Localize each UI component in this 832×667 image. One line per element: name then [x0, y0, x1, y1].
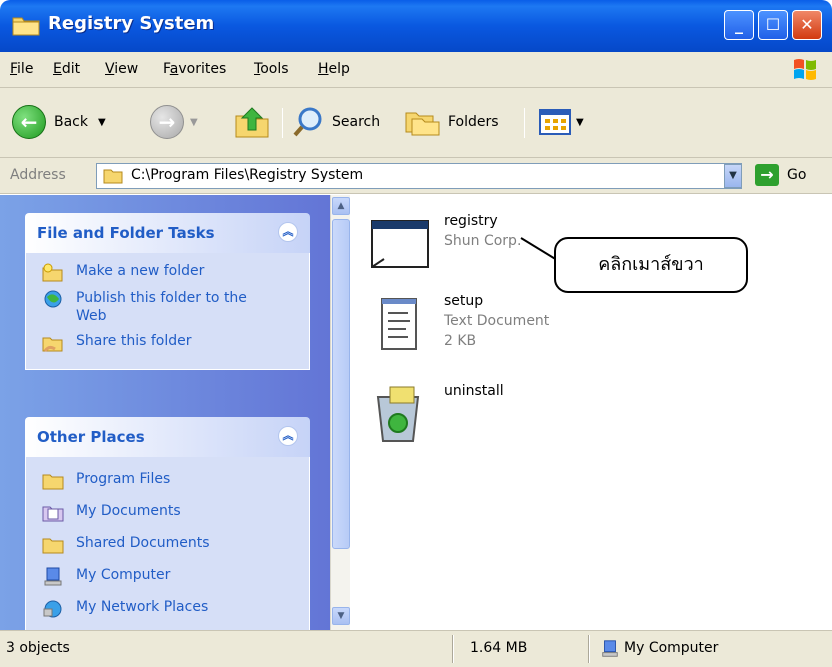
scroll-thumb[interactable]: [332, 219, 350, 549]
title-bar[interactable]: Registry System _ ☐ ✕: [0, 0, 832, 52]
close-button[interactable]: ✕: [792, 10, 822, 40]
scroll-up-button[interactable]: ▲: [332, 197, 350, 215]
file-item-uninstall[interactable]: uninstall: [368, 383, 608, 449]
share-folder-icon: [42, 337, 63, 352]
panel-body: Program Files My Documents Shared Docume…: [25, 457, 310, 630]
place-my-network[interactable]: My Network Places: [42, 599, 309, 630]
chevron-down-icon[interactable]: ▼: [190, 117, 198, 128]
up-button[interactable]: [232, 102, 272, 142]
file-name: uninstall: [444, 383, 504, 399]
toolbar-separator: [282, 108, 283, 138]
search-button[interactable]: Search: [292, 102, 380, 142]
menu-favorites[interactable]: Favorites: [163, 61, 226, 77]
windows-logo-icon: [794, 59, 816, 80]
back-arrow-icon: ←: [12, 105, 46, 139]
menu-file[interactable]: File: [10, 61, 33, 77]
other-places-panel: Other Places ︽ Program Files My Document…: [25, 417, 310, 630]
folder-icon: [42, 538, 64, 554]
menu-bar: File Edit View Favorites Tools Help: [0, 52, 832, 88]
new-folder-icon: [42, 263, 63, 282]
panel-title: File and Folder Tasks: [37, 224, 215, 242]
status-divider: [452, 635, 454, 663]
collapse-chevron-icon[interactable]: ︽: [278, 426, 298, 446]
chevron-down-icon[interactable]: ▼: [98, 117, 106, 128]
panel-title: Other Places: [37, 428, 145, 446]
my-computer-icon: [602, 640, 618, 657]
minimize-button[interactable]: _: [724, 10, 754, 40]
sidebar-scrollbar[interactable]: ▲ ▼: [330, 195, 350, 630]
address-bar: Address C:\Program Files\Registry System…: [0, 158, 832, 194]
maximize-button[interactable]: ☐: [758, 10, 788, 40]
place-my-documents[interactable]: My Documents: [42, 503, 309, 535]
address-label: Address: [10, 167, 66, 183]
menu-edit[interactable]: Edit: [53, 61, 80, 77]
folder-icon: [103, 169, 123, 184]
chevron-down-icon[interactable]: ▼: [576, 117, 584, 128]
toolbar: ← Back ▼ → ▼ Search Folders ▼: [0, 88, 832, 158]
application-window-icon: [371, 220, 429, 268]
up-folder-icon: [235, 107, 269, 138]
folder-icon: [12, 17, 40, 36]
scroll-down-button[interactable]: ▼: [332, 607, 350, 625]
menu-tools[interactable]: Tools: [254, 61, 289, 77]
toolbar-separator: [524, 108, 525, 138]
address-dropdown-button[interactable]: ▼: [724, 164, 742, 188]
address-input[interactable]: C:\Program Files\Registry System: [96, 163, 742, 189]
views-icon: [539, 109, 571, 135]
file-size: 2 KB: [444, 333, 477, 349]
task-share-folder[interactable]: Share this folder: [42, 333, 309, 359]
folder-icon: [42, 474, 64, 490]
place-shared-documents[interactable]: Shared Documents: [42, 535, 309, 567]
go-button[interactable]: Go: [787, 167, 806, 183]
menu-help[interactable]: Help: [318, 61, 350, 77]
file-company: Shun Corp.: [444, 233, 522, 249]
status-location: My Computer: [624, 640, 719, 656]
back-button[interactable]: ← Back ▼: [12, 102, 106, 142]
forward-button[interactable]: → ▼: [150, 102, 198, 142]
status-divider: [588, 635, 590, 663]
status-bar: 3 objects 1.64 MB My Computer: [0, 630, 832, 667]
go-arrow-icon[interactable]: →: [755, 164, 779, 186]
window-title: Registry System: [48, 13, 215, 34]
search-icon: [293, 107, 322, 137]
folders-icon: [405, 112, 440, 136]
file-type: Text Document: [444, 313, 550, 329]
panel-header[interactable]: Other Places ︽: [25, 417, 310, 457]
my-documents-icon: [42, 506, 64, 522]
collapse-chevron-icon[interactable]: ︽: [278, 222, 298, 242]
publish-web-icon: [44, 290, 62, 308]
text-document-icon: [381, 298, 417, 350]
recycle-bin-icon: [376, 386, 420, 442]
task-publish-folder[interactable]: Publish this folder to the Web: [42, 289, 309, 333]
file-name: registry: [444, 213, 498, 229]
status-object-count: 3 objects: [6, 640, 70, 656]
task-pane: File and Folder Tasks ︽ Make a new folde…: [0, 195, 330, 630]
panel-body: Make a new folder Publish this folder to…: [25, 253, 310, 370]
place-my-computer[interactable]: My Computer: [42, 567, 309, 599]
network-places-icon: [43, 600, 62, 618]
file-folder-tasks-panel: File and Folder Tasks ︽ Make a new folde…: [25, 213, 310, 370]
address-value: C:\Program Files\Registry System: [131, 167, 364, 183]
panel-header[interactable]: File and Folder Tasks ︽: [25, 213, 310, 253]
callout-annotation: คลิกเมาส์ขวา: [554, 237, 748, 293]
folders-button[interactable]: Folders: [404, 102, 499, 142]
views-button[interactable]: ▼: [538, 102, 584, 142]
status-size: 1.64 MB: [470, 640, 528, 656]
file-name: setup: [444, 293, 484, 309]
task-make-new-folder[interactable]: Make a new folder: [42, 263, 309, 289]
file-item-setup[interactable]: setup Text Document 2 KB: [368, 293, 608, 363]
menu-view[interactable]: View: [105, 61, 138, 77]
place-program-files[interactable]: Program Files: [42, 471, 309, 503]
forward-arrow-icon: →: [150, 105, 184, 139]
my-computer-icon: [44, 567, 62, 586]
